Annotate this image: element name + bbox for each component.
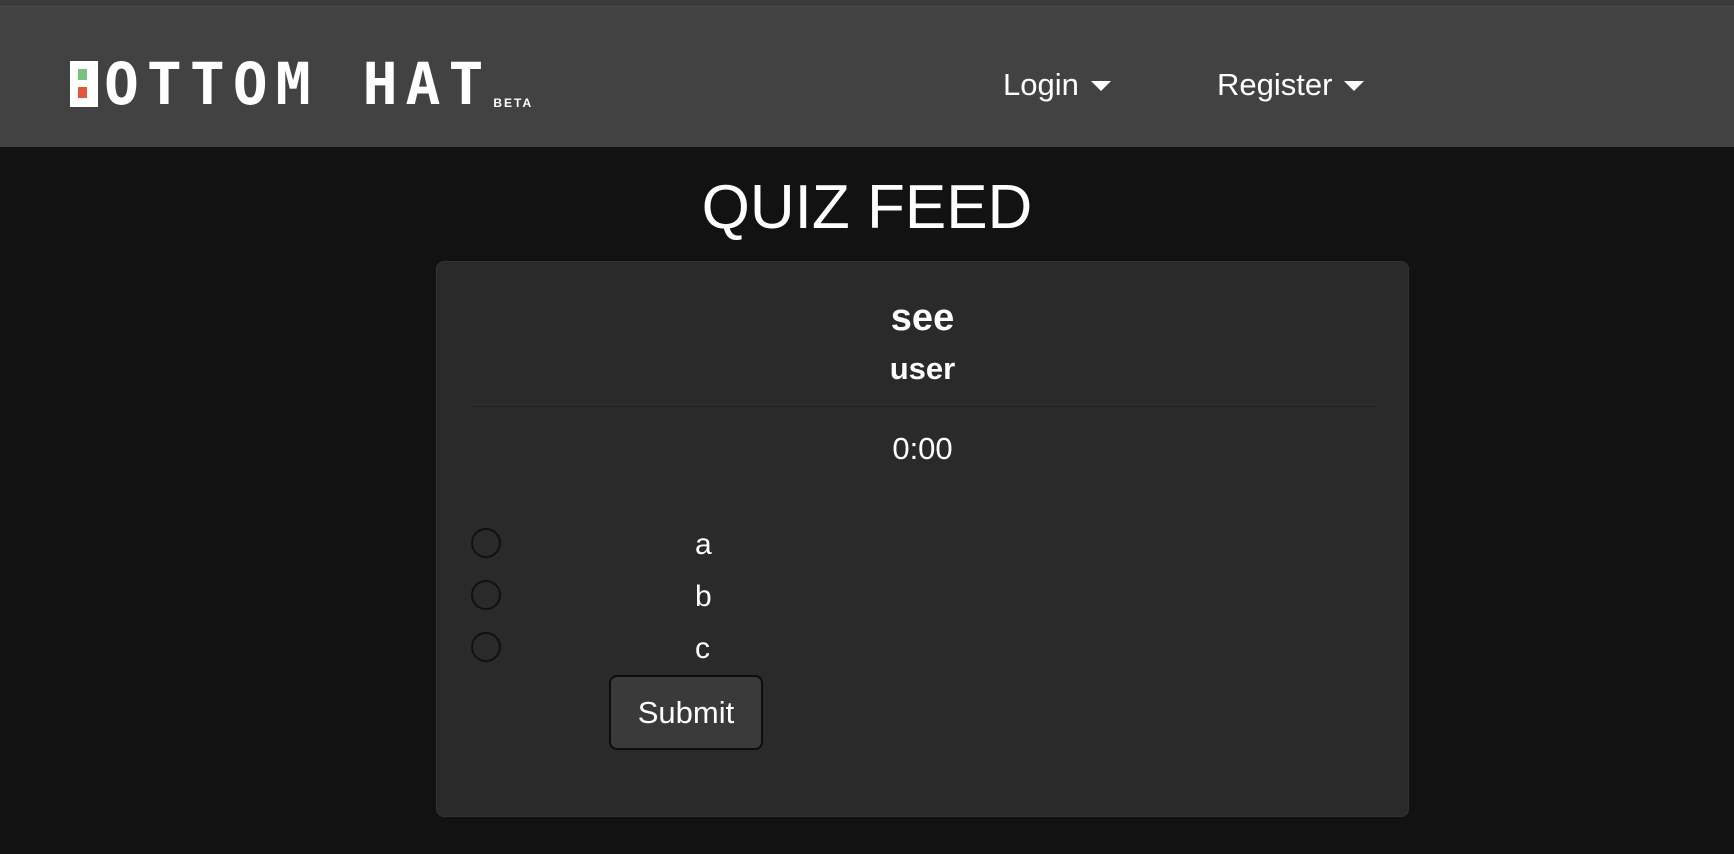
brand-logo[interactable]: OTTOM HAT BETA xyxy=(70,50,534,118)
register-dropdown[interactable]: Register xyxy=(1217,65,1365,105)
chevron-down-icon xyxy=(1344,81,1365,91)
answer-radio-c[interactable] xyxy=(471,632,501,662)
logo-mark-icon xyxy=(70,61,98,107)
quiz-timer: 0:00 xyxy=(892,431,953,466)
logo-red-dot xyxy=(78,87,87,98)
quiz-card: see user 0:00 a b c Submit xyxy=(436,261,1409,817)
answer-option: c xyxy=(471,629,771,669)
answer-radio-b[interactable] xyxy=(471,580,501,610)
beta-badge: BETA xyxy=(493,96,534,110)
login-dropdown[interactable]: Login xyxy=(1003,65,1111,105)
page-title: QUIZ FEED xyxy=(701,173,1033,242)
card-divider xyxy=(471,406,1376,407)
logo-green-dot xyxy=(78,69,87,80)
answer-label-a: a xyxy=(695,528,712,561)
submit-button[interactable]: Submit xyxy=(609,675,763,750)
quiz-author: user xyxy=(889,351,956,386)
answer-radio-a[interactable] xyxy=(471,528,501,558)
register-label: Register xyxy=(1217,67,1333,102)
window-top-edge xyxy=(0,0,1734,7)
brand-word-hat: HAT xyxy=(362,50,492,118)
quiz-title: see xyxy=(890,297,955,339)
login-label: Login xyxy=(1003,67,1079,102)
chevron-down-icon xyxy=(1090,81,1111,91)
brand-word-bottom: OTTOM xyxy=(104,50,319,118)
answer-option: a xyxy=(471,525,771,565)
navbar: OTTOM HAT BETA Login Register xyxy=(0,7,1734,147)
answer-label-c: c xyxy=(695,632,710,665)
answer-option: b xyxy=(471,577,771,617)
answer-label-b: b xyxy=(695,580,712,613)
